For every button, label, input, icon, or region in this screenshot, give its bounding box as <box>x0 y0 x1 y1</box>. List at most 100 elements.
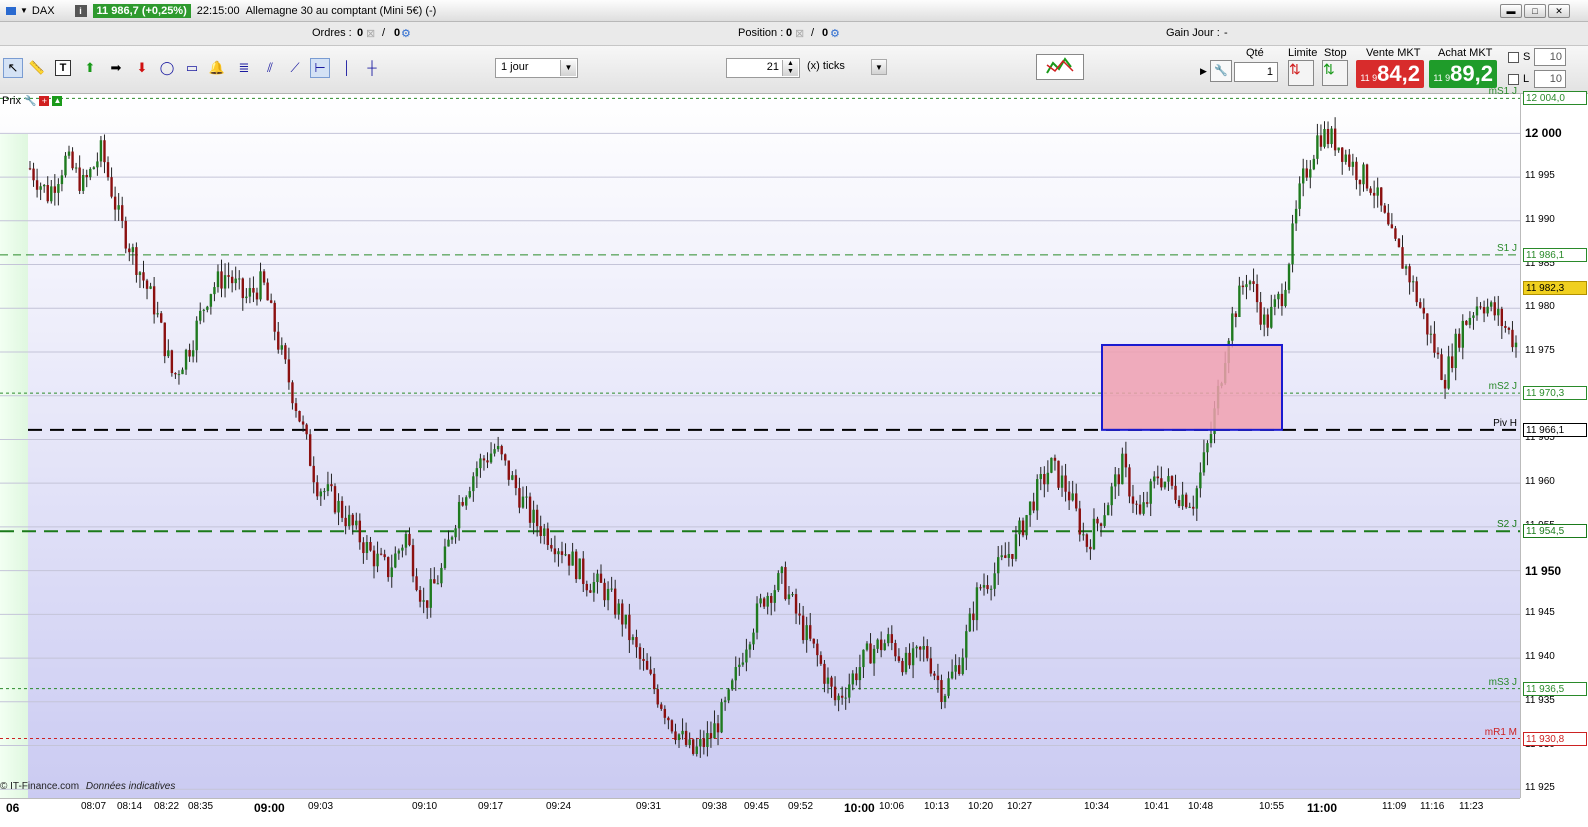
text-tool-icon[interactable]: T <box>55 60 71 76</box>
candle-body <box>330 484 333 487</box>
y-tick-label: 11 925 <box>1525 782 1555 794</box>
candle-body <box>993 573 996 589</box>
candle-body <box>968 613 972 632</box>
candle-body <box>954 665 957 672</box>
candle-body <box>273 302 276 332</box>
ticks-unit-select[interactable]: (x) ticks ▼ <box>802 58 888 78</box>
limit-checkbox[interactable] <box>1508 74 1519 85</box>
alert-bell-icon[interactable]: 🔔 <box>207 58 227 78</box>
candle-body <box>1050 457 1053 473</box>
candle-body <box>649 669 652 674</box>
candle-body <box>479 458 482 469</box>
level-name-label: Piv H <box>1493 417 1517 429</box>
position-cancel-icon[interactable]: ⊠ <box>795 27 804 40</box>
arrow-up-icon[interactable]: ▲ <box>52 96 63 106</box>
limit-order-button[interactable]: ⇅ <box>1288 60 1314 86</box>
crosshair-tool-icon[interactable]: ┼ <box>362 58 382 78</box>
candle-body <box>53 186 57 193</box>
candle-body <box>1184 494 1188 508</box>
candle-body <box>486 460 489 463</box>
orders-value-2: 0 <box>394 27 401 39</box>
orders-cancel-icon[interactable]: ⊠ <box>366 27 375 40</box>
candle-body <box>518 488 521 508</box>
info-icon[interactable]: i <box>74 4 87 17</box>
time-axis[interactable]: 06 08:07 08:14 08:22 08:35 09:00 09:03 09:10 09:… <box>0 798 1520 827</box>
candle-body <box>557 551 560 555</box>
candle-body <box>1135 503 1138 505</box>
candle-body <box>1096 518 1099 524</box>
candle-body <box>92 167 96 169</box>
candle-body <box>514 475 518 489</box>
price-axis[interactable]: 12 000 11 995 11 990 11 985 11 980 11 975 11 9… <box>1520 91 1588 798</box>
y-tick-label: 11 975 <box>1525 344 1555 356</box>
fibonacci-tool-icon[interactable]: ≣ <box>234 58 254 78</box>
ticks-stepper[interactable]: 21 ▲ ▼ <box>726 58 800 78</box>
candle-body <box>326 484 330 492</box>
settings-icon[interactable]: ⚙ <box>401 27 411 40</box>
candle-body <box>493 449 496 454</box>
quantity-label: Qté <box>1246 47 1264 59</box>
buy-arrow-tool-icon[interactable]: ⬆ <box>80 58 100 78</box>
candle-body <box>319 491 323 497</box>
minimize-button[interactable]: ▬ <box>1500 4 1522 18</box>
buy-market-button[interactable]: 11 989,2 <box>1429 60 1497 88</box>
candle-body <box>1397 238 1401 248</box>
ruler-tool-icon[interactable]: 📏 <box>27 58 47 78</box>
price-chart[interactable] <box>0 94 1520 798</box>
candle-body <box>1486 306 1489 314</box>
trade-panel: ▶ 🔧 Qté 1 Limite ⇅ Stop ⇅ Vente MKT 11 9… <box>1200 46 1588 94</box>
maximize-button[interactable]: □ <box>1524 4 1546 18</box>
stop-distance-input[interactable]: 10 <box>1534 48 1566 66</box>
daily-gain-label: Gain Jour : <box>1166 27 1220 39</box>
position-settings-icon[interactable]: ⚙ <box>830 27 840 40</box>
candle-body <box>1114 474 1117 487</box>
wrench-icon[interactable]: 🔧 <box>24 96 36 107</box>
vertical-line-tool-icon[interactable]: │ <box>337 58 357 78</box>
candle-body <box>628 614 631 641</box>
chart-canvas[interactable] <box>0 94 1520 798</box>
candle-body <box>897 656 901 661</box>
ellipse-tool-icon[interactable]: ◯ <box>157 58 177 78</box>
candle-body <box>1415 281 1418 303</box>
candle-body <box>1426 313 1429 335</box>
level-value-box: 11 986,1 <box>1523 247 1587 262</box>
sell-market-button[interactable]: 11 984,2 <box>1356 60 1424 88</box>
collapse-arrow-icon[interactable]: ▶ <box>1200 66 1207 77</box>
right-arrow-tool-icon[interactable]: ➡ <box>106 58 126 78</box>
candle-body <box>1468 317 1472 325</box>
candle-body <box>546 528 549 545</box>
candle-body <box>262 271 266 283</box>
symbol-selector[interactable]: ▼ DAX <box>6 5 55 17</box>
previous-session-band <box>0 134 28 798</box>
rectangle-tool-icon[interactable]: ▭ <box>182 58 202 78</box>
stop-checkbox-label: S <box>1523 51 1531 63</box>
candle-body <box>1287 264 1291 290</box>
channel-tool-icon[interactable]: ⫽ <box>260 58 280 78</box>
quantity-input[interactable]: 1 <box>1234 62 1278 82</box>
candle-body <box>1465 320 1468 325</box>
add-indicator-icon[interactable]: + <box>39 96 50 106</box>
candle-body <box>957 665 961 674</box>
candle-body <box>252 288 255 293</box>
close-button[interactable]: ✕ <box>1548 4 1570 18</box>
candle-body <box>284 345 287 360</box>
limit-distance-input[interactable]: 10 <box>1534 70 1566 88</box>
candle-body <box>699 739 702 747</box>
wrench-icon[interactable]: 🔧 <box>1210 60 1232 82</box>
period-select[interactable]: 1 jour ▼ <box>495 58 578 78</box>
indicators-menu-button[interactable] <box>1036 54 1084 80</box>
stop-order-button[interactable]: ⇅ <box>1322 60 1348 86</box>
candle-body <box>1511 329 1514 348</box>
level-value-box: 11 936,5 <box>1523 681 1587 696</box>
candle-body <box>365 541 369 554</box>
candle-body <box>333 486 337 513</box>
pointer-tool-icon[interactable]: ↖ <box>3 58 23 78</box>
x-tick-label: 09:10 <box>412 801 438 812</box>
drawn-rectangle-zone[interactable] <box>1101 343 1283 431</box>
trendline-tool-icon[interactable]: ⟋ <box>285 58 305 78</box>
candle-body <box>1181 494 1184 507</box>
stepper-arrows-icon[interactable]: ▲ ▼ <box>782 60 798 76</box>
sell-arrow-tool-icon[interactable]: ⬇ <box>132 58 152 78</box>
horizontal-line-tool-icon[interactable]: ⊢ <box>310 58 330 78</box>
stop-checkbox[interactable] <box>1508 52 1519 63</box>
